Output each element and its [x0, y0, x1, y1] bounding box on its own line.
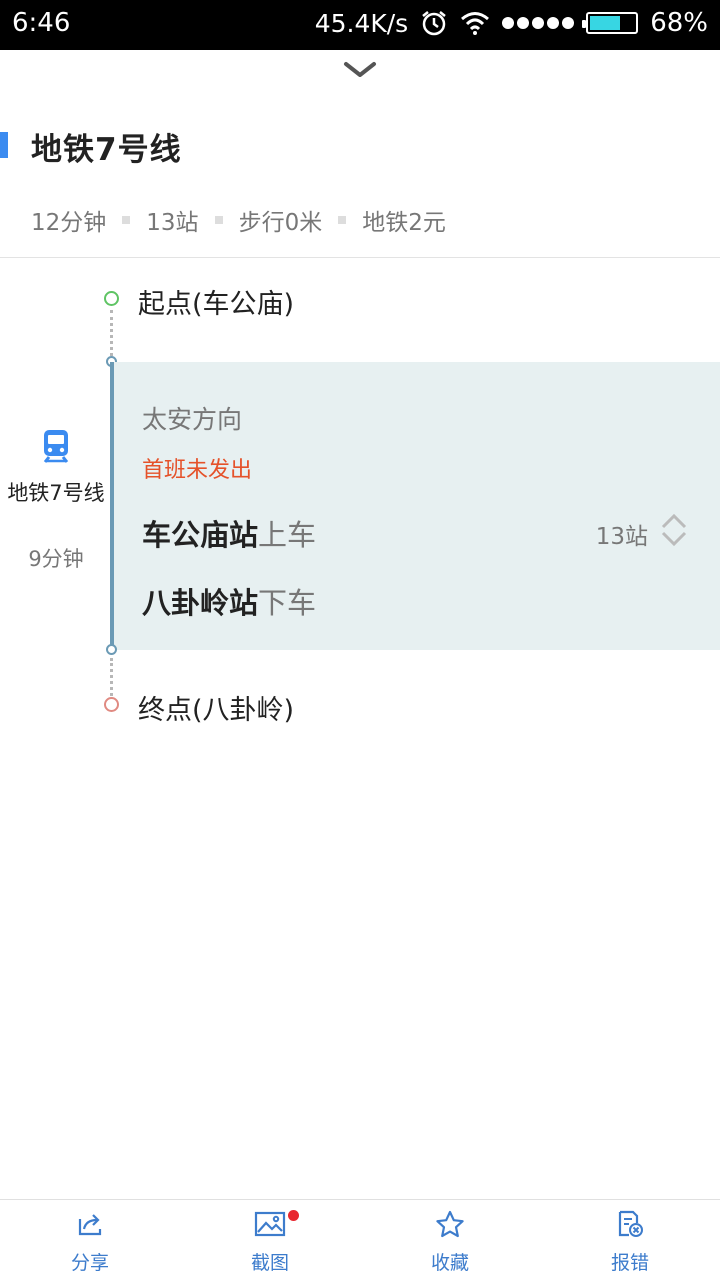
route-summary: 12分钟 13站 步行0米 地铁2元	[31, 203, 446, 237]
stops-count[interactable]: 13站	[596, 517, 648, 551]
favorite-label: 收藏	[430, 1252, 469, 1274]
first-train-status: 首班未发出	[142, 458, 253, 483]
star-icon	[436, 1210, 464, 1238]
signal-icon	[502, 17, 575, 29]
header-divider	[0, 257, 720, 258]
battery-fill	[590, 16, 621, 30]
subway-train-icon	[40, 428, 72, 468]
battery-icon	[582, 12, 639, 34]
direction-text: 太安方向	[142, 405, 243, 434]
report-label: 报错	[610, 1252, 649, 1274]
line-duration: 9分钟	[28, 547, 84, 571]
walk-connector	[110, 310, 113, 356]
image-icon	[254, 1211, 286, 1237]
bottom-toolbar: 分享 截图 收藏 报错	[0, 1199, 720, 1280]
share-label: 分享	[70, 1252, 109, 1274]
walk-connector-end	[110, 658, 113, 696]
summary-separator	[214, 216, 223, 224]
status-time: 6:46	[12, 8, 71, 38]
status-indicators: 45.4K/s 68%	[315, 8, 708, 38]
alarm-icon	[420, 9, 448, 37]
battery-percent: 68%	[650, 8, 708, 38]
summary-time: 12分钟	[31, 210, 107, 236]
report-button[interactable]: 报错	[540, 1200, 720, 1280]
summary-stops: 13站	[146, 210, 199, 236]
report-error-icon	[618, 1210, 643, 1237]
screenshot-label: 截图	[250, 1252, 289, 1274]
end-label: 终点(八卦岭)	[138, 695, 295, 726]
start-point-dot	[104, 291, 119, 306]
summary-walk: 步行0米	[238, 210, 323, 236]
board-station-row: 车公庙站上车	[142, 512, 316, 554]
alight-node	[106, 644, 117, 655]
share-icon	[78, 1214, 102, 1236]
favorite-button[interactable]: 收藏	[360, 1200, 540, 1280]
alight-action: 下车	[258, 586, 317, 620]
summary-separator	[122, 216, 131, 224]
line-name: 地铁7号线	[7, 481, 105, 505]
wifi-icon	[460, 11, 490, 35]
start-label: 起点(车公庙)	[138, 289, 295, 320]
summary-separator	[338, 216, 347, 224]
board-station-name: 车公庙站	[142, 518, 259, 552]
title-accent-bar	[0, 132, 8, 158]
share-button[interactable]: 分享	[0, 1200, 180, 1280]
summary-fare: 地铁2元	[362, 210, 446, 236]
notification-dot	[288, 1210, 299, 1221]
alight-station-name: 八卦岭站	[142, 586, 259, 620]
board-action: 上车	[258, 518, 317, 552]
route-title: 地铁7号线	[31, 132, 182, 168]
expand-stops-icon[interactable]	[660, 512, 688, 552]
transit-segment[interactable]: 太安方向 首班未发出 车公庙站上车 13站 八卦岭站下车	[110, 362, 720, 650]
end-point-dot	[104, 697, 119, 712]
network-speed: 45.4K/s	[314, 8, 409, 38]
alight-station-row: 八卦岭站下车	[142, 580, 316, 622]
status-bar: 6:46 45.4K/s 68%	[0, 0, 720, 50]
screenshot-button[interactable]: 截图	[180, 1200, 360, 1280]
collapse-chevron-icon[interactable]	[340, 58, 380, 82]
